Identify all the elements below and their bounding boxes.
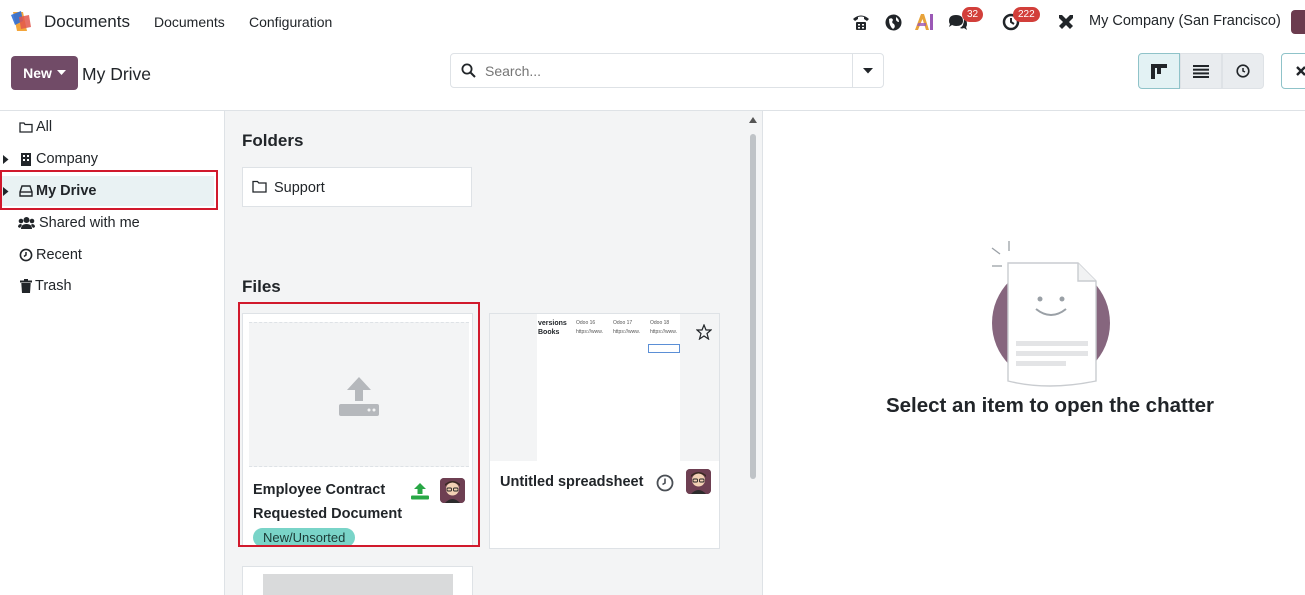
close-panel-button[interactable]	[1281, 53, 1305, 89]
list-view-button[interactable]	[1180, 53, 1222, 89]
spreadsheet-thumbnail: versions Books Odoo 16 Odoo 17 Odoo 18 h…	[490, 314, 719, 461]
user-avatar[interactable]	[1291, 10, 1305, 34]
sidebar-item-shared-with-me[interactable]: Shared with me	[0, 208, 214, 238]
highlight-box-file-card	[238, 302, 480, 547]
folder-card-support[interactable]: Support	[242, 167, 472, 207]
highlight-box-my-drive	[0, 170, 218, 210]
file-thumbnail	[263, 574, 453, 595]
close-icon	[1296, 66, 1305, 76]
thumb-header-versions: versions	[538, 320, 567, 327]
building-icon	[21, 153, 31, 166]
clock-icon	[1236, 64, 1250, 78]
scroll-thumb[interactable]	[750, 134, 756, 479]
scroll-up-arrow-icon[interactable]	[749, 117, 757, 123]
company-switcher[interactable]: My Company (San Francisco)	[1089, 13, 1281, 29]
caret-down-icon	[863, 67, 873, 73]
folder-icon	[252, 180, 267, 193]
sidebar-item-label: All	[36, 119, 53, 135]
thumb-header-books: Books	[538, 329, 560, 336]
thumb-col-odoo18: Odoo 18	[650, 320, 670, 326]
sidebar-item-all[interactable]: All	[0, 112, 214, 142]
trash-icon	[20, 279, 32, 293]
menu-documents[interactable]: Documents	[154, 14, 225, 30]
folders-heading: Folders	[242, 131, 304, 150]
file-card-untitled-spreadsheet[interactable]: versions Books Odoo 16 Odoo 17 Odoo 18 h…	[489, 313, 720, 549]
documents-app-logo[interactable]	[9, 9, 33, 33]
chatter-panel: Select an item to open the chatter	[763, 111, 1305, 595]
clock-icon[interactable]	[656, 474, 674, 492]
clock-icon	[19, 248, 33, 262]
control-panel: New My Drive	[0, 43, 1305, 111]
new-button-label: New	[23, 65, 52, 81]
top-navbar: Documents Documents Configuration 32 222…	[0, 0, 1305, 43]
file-card-document[interactable]	[242, 566, 473, 595]
globe-icon[interactable]	[882, 9, 904, 35]
messages-badge: 32	[962, 7, 984, 22]
sidebar-item-label: Recent	[36, 247, 82, 263]
new-button[interactable]: New	[11, 56, 78, 90]
activities-badge: 222	[1013, 7, 1040, 22]
menu-configuration[interactable]: Configuration	[249, 14, 332, 30]
folder-icon	[19, 122, 33, 133]
activity-view-button[interactable]	[1222, 53, 1264, 89]
breadcrumb-title: My Drive	[82, 64, 152, 84]
thumb-cell: https://www.	[576, 329, 603, 335]
search-input[interactable]	[485, 61, 845, 81]
tools-icon[interactable]	[1055, 9, 1077, 35]
sidebar-item-label: Trash	[35, 278, 72, 294]
caret-down-icon	[56, 70, 66, 75]
file-name: Untitled spreadsheet	[500, 474, 644, 490]
star-icon[interactable]	[696, 324, 712, 340]
thumb-cell: https://www.	[650, 329, 677, 335]
list-icon	[1193, 64, 1209, 78]
empty-document-illustration	[991, 241, 1110, 387]
kanban-view-button[interactable]	[1138, 53, 1180, 89]
search-options-toggle[interactable]	[852, 54, 883, 87]
sidebar-item-trash[interactable]: Trash	[0, 271, 214, 301]
thumb-cell: https://www.	[613, 329, 640, 335]
ai-icon[interactable]	[913, 9, 935, 35]
phone-icon[interactable]	[850, 9, 872, 35]
chatter-empty-message: Select an item to open the chatter	[885, 394, 1215, 417]
app-title[interactable]: Documents	[44, 12, 130, 32]
sidebar-item-label: Company	[36, 151, 99, 167]
sidebar-item-recent[interactable]: Recent	[0, 240, 214, 270]
thumb-col-odoo17: Odoo 17	[613, 320, 633, 326]
view-switcher	[1138, 53, 1264, 89]
thumb-col-odoo16: Odoo 16	[576, 320, 596, 326]
search-icon	[461, 63, 476, 78]
search-box	[450, 53, 884, 88]
kanban-icon	[1151, 63, 1167, 79]
folder-name: Support	[274, 180, 325, 196]
owner-avatar[interactable]	[686, 469, 711, 494]
content-scrollbar[interactable]	[746, 114, 760, 595]
files-heading: Files	[242, 277, 281, 296]
sidebar-item-label: Shared with me	[39, 215, 140, 231]
users-icon	[18, 217, 35, 229]
